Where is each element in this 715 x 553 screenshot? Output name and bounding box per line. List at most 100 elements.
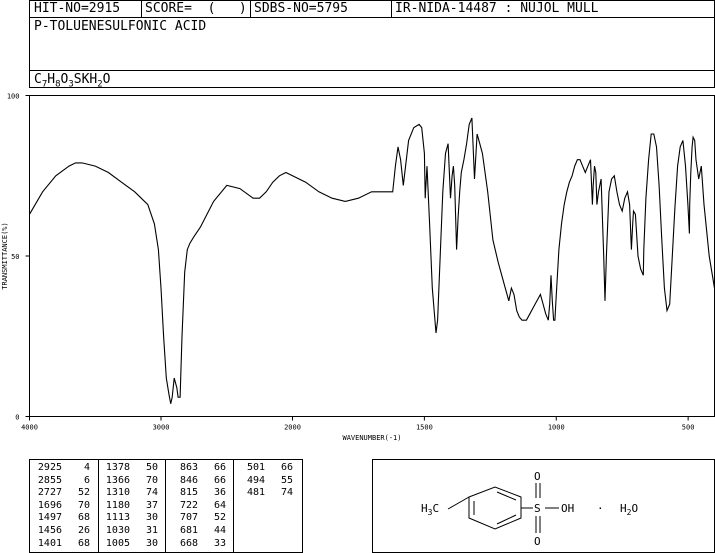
peak-wavenumber: 1310	[105, 487, 130, 499]
peak-transmittance: 74	[280, 487, 293, 499]
peak-wavenumber: 1366	[105, 474, 130, 486]
peak-wavenumber: 722	[179, 499, 198, 511]
peak-row: 1310 74	[102, 487, 158, 500]
peak-row: 1497 68	[34, 512, 90, 525]
peak-transmittance: 52	[213, 512, 226, 524]
x-tick-label: 1000	[548, 424, 565, 432]
spectrum-line	[29, 117, 715, 404]
peak-row: 668 33	[170, 538, 226, 551]
peak-row: 2855 6	[34, 475, 90, 488]
peak-wavenumber: 1497	[37, 512, 62, 524]
peak-row: 2925 4	[34, 462, 90, 475]
peak-row: 501 66	[237, 462, 293, 475]
peak-transmittance: 66	[213, 474, 226, 486]
ir-spectrum-chart: 4000 3000 2000 1500 1000 500 0 50 100 WAVENUMBER…	[1, 93, 715, 442]
peak-transmittance: 37	[145, 499, 158, 511]
peak-column: 2925 4 2855 6 2727 52 1696 70 1497 68 1456 26 1401 68	[34, 462, 90, 550]
peak-row: 2727 52	[34, 487, 90, 500]
peak-wavenumber: 846	[179, 474, 198, 486]
peak-row: 1696 70	[34, 500, 90, 513]
peak-transmittance: 31	[145, 524, 158, 536]
peak-wavenumber: 2925	[37, 462, 62, 473]
peak-transmittance: 68	[77, 512, 90, 524]
peak-row: 1005 30	[102, 538, 158, 551]
peak-wavenumber: 501	[246, 462, 265, 473]
peak-row: 1030 31	[102, 525, 158, 538]
y-tick-label: 0	[15, 414, 19, 422]
peak-wavenumber: 481	[246, 487, 265, 499]
peak-wavenumber: 2855	[37, 474, 62, 486]
peak-wavenumber: 1696	[37, 499, 62, 511]
peak-wavenumber: 681	[179, 524, 198, 536]
peak-table: 2925 4 2855 6 2727 52 1696 70 1497 68 1456 26 1401 68…	[29, 459, 303, 553]
peak-transmittance: 52	[77, 487, 90, 499]
peak-transmittance: 4	[83, 462, 90, 473]
peak-transmittance: 70	[145, 474, 158, 486]
peak-transmittance: 68	[77, 537, 90, 549]
peak-row: 722 64	[170, 500, 226, 513]
peak-column: 501 66 494 55 481 74	[237, 462, 293, 500]
peak-transmittance: 66	[280, 462, 293, 473]
peak-transmittance: 70	[77, 499, 90, 511]
peak-row: 846 66	[170, 475, 226, 488]
hydrate-dot: ·	[597, 502, 604, 515]
peak-column: 1378 50 1366 70 1310 74 1180 37 1113 30 1030 31 1005…	[102, 462, 158, 550]
x-tick-label: 4000	[21, 424, 38, 432]
peak-row: 1113 30	[102, 512, 158, 525]
peak-row: 481 74	[237, 487, 293, 500]
x-tick-label: 1500	[416, 424, 433, 432]
sulfur-atom: S	[534, 502, 541, 515]
peak-wavenumber: 707	[179, 512, 198, 524]
benzene-ring	[468, 486, 522, 530]
water-molecule: H2O	[620, 502, 638, 517]
methyl-group: H3C	[421, 502, 439, 517]
peak-row: 1456 26	[34, 525, 90, 538]
peak-transmittance: 50	[145, 462, 158, 473]
peak-transmittance: 64	[213, 499, 226, 511]
peak-wavenumber: 1456	[37, 524, 62, 536]
y-tick-label: 100	[7, 93, 20, 101]
peak-wavenumber: 1113	[105, 512, 130, 524]
peak-wavenumber: 815	[179, 487, 198, 499]
x-axis-label: WAVENUMBER(-1)	[342, 434, 401, 442]
peak-row: 863 66	[170, 462, 226, 475]
peak-transmittance: 33	[213, 537, 226, 549]
peak-wavenumber: 2727	[37, 487, 62, 499]
peak-row: 1401 68	[34, 538, 90, 551]
peak-wavenumber: 1030	[105, 524, 130, 536]
peak-wavenumber: 668	[179, 537, 198, 549]
peak-transmittance: 55	[280, 474, 293, 486]
oxygen-top: O	[534, 470, 541, 483]
y-tick-label: 50	[11, 253, 19, 261]
x-tick-label: 3000	[153, 424, 170, 432]
x-tick-label: 2000	[284, 424, 301, 432]
peak-transmittance: 30	[145, 512, 158, 524]
peak-wavenumber: 1005	[105, 537, 130, 549]
peak-row: 681 44	[170, 525, 226, 538]
peak-wavenumber: 1180	[105, 499, 130, 511]
peak-row: 1180 37	[102, 500, 158, 513]
peak-transmittance: 30	[145, 537, 158, 549]
peak-transmittance: 66	[213, 462, 226, 473]
peak-row: 494 55	[237, 475, 293, 488]
x-tick-label: 500	[682, 424, 695, 432]
peak-column: 863 66 846 66 815 36 722 64 707 52 681 44 668 33	[170, 462, 226, 550]
peak-transmittance: 26	[77, 524, 90, 536]
peak-transmittance: 44	[213, 524, 226, 536]
structure-box: H3C S O O OH · H2O	[372, 459, 715, 553]
peak-wavenumber: 1401	[37, 537, 62, 549]
oxygen-bottom: O	[534, 535, 541, 548]
plot-frame	[29, 95, 715, 417]
peak-transmittance: 74	[145, 487, 158, 499]
peak-transmittance: 6	[83, 474, 90, 486]
peak-row: 1366 70	[102, 475, 158, 488]
ring-double-bond	[496, 514, 517, 525]
peak-row: 707 52	[170, 512, 226, 525]
hydroxyl-group: OH	[561, 502, 574, 515]
peak-wavenumber: 863	[179, 462, 198, 473]
peak-wavenumber: 494	[246, 474, 265, 486]
bond	[447, 496, 470, 510]
ring-double-bond	[496, 491, 517, 501]
peak-wavenumber: 1378	[105, 462, 130, 473]
chemical-structure: H3C S O O OH · H2O	[421, 470, 638, 548]
